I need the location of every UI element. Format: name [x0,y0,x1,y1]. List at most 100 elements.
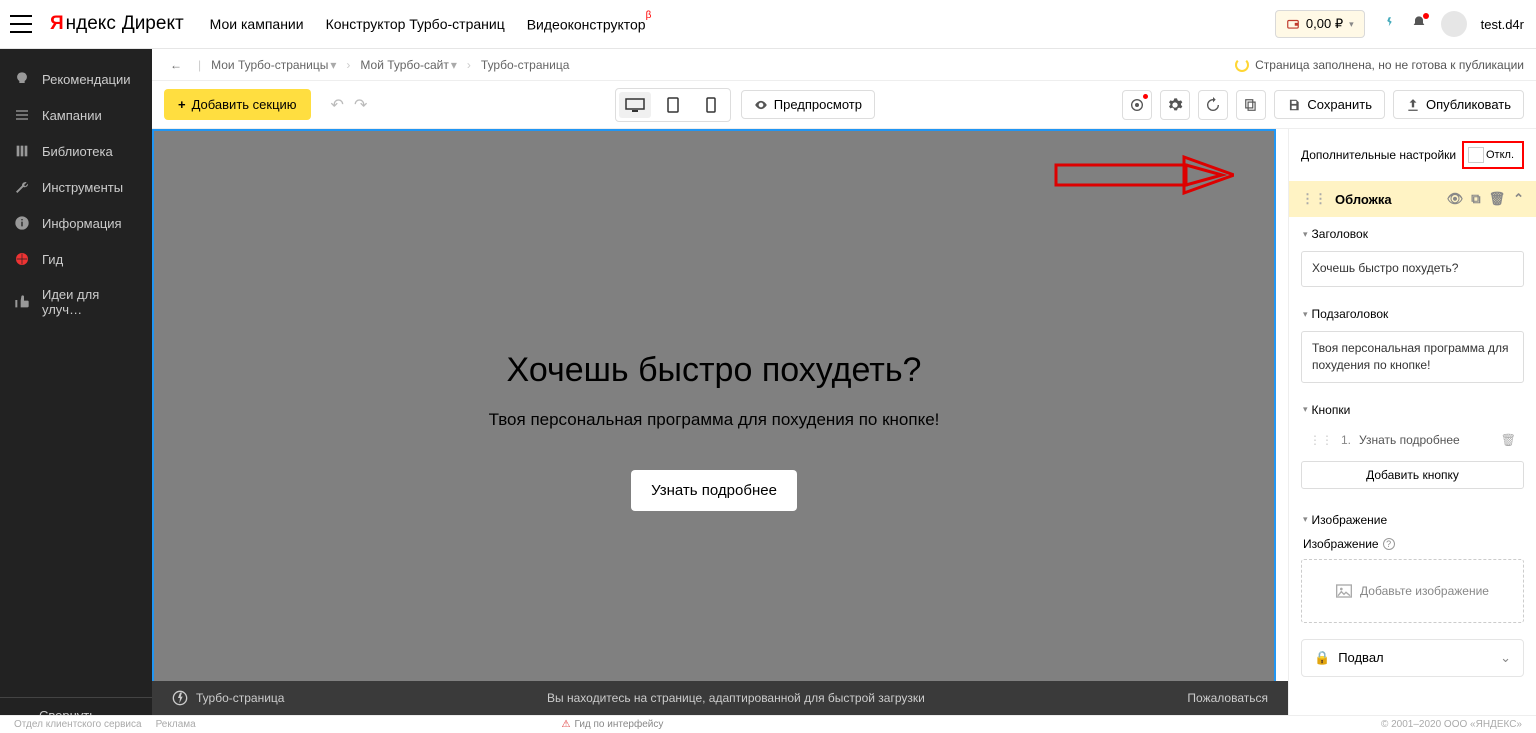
sidebar-item-info[interactable]: Информация [0,205,152,241]
image-dropzone[interactable]: Добавьте изображение [1301,559,1524,623]
tablet-icon [667,97,679,113]
cover-cta-button[interactable]: Узнать подробнее [631,470,797,511]
back-button[interactable]: ← [164,53,188,77]
publish-button[interactable]: Опубликовать [1393,90,1524,119]
sidebar-item-library[interactable]: Библиотека [0,133,152,169]
section-copy-icon[interactable]: ⧉ [1471,191,1480,207]
device-selector [615,88,731,122]
add-button-button[interactable]: Добавить кнопку [1301,461,1524,489]
save-button[interactable]: Сохранить [1274,90,1385,119]
sidebar-item-tools[interactable]: Инструменты [0,169,152,205]
sidebar-item-guide[interactable]: Гид [0,241,152,277]
footer-guide-link[interactable]: ⚠ Гид по интерфейсу [562,719,664,730]
status-spinner-icon [1235,58,1249,72]
device-desktop-button[interactable] [619,92,651,118]
heading-input[interactable]: Хочешь быстро похудеть? [1301,251,1524,287]
settings-label: Дополнительные настройки [1301,148,1456,162]
right-panel: Дополнительные настройки Откл. ⋮⋮ Обложк… [1288,129,1536,733]
footer-strip: Отдел клиентского сервиса Реклама ⚠ Гид … [0,715,1536,733]
target-button[interactable] [1122,90,1152,120]
plus-icon: + [178,97,186,112]
chevron-down-icon: ▾ [1349,19,1354,30]
notifications-icon[interactable] [1411,15,1427,34]
settings-button[interactable] [1160,90,1190,120]
username[interactable]: test.d4r [1481,17,1524,32]
sidebar: Рекомендации Кампании Библиотека Инструм… [0,49,152,733]
subheading-input[interactable]: Твоя персональная программа для похудени… [1301,331,1524,383]
gear-icon [1167,97,1183,113]
section-hide-icon[interactable]: 👁 [1447,191,1464,207]
logo-y: Я [50,13,64,35]
wrench-icon [14,179,30,195]
device-tablet-button[interactable] [657,92,689,118]
footer-link-ads[interactable]: Реклама [156,719,196,730]
cover-title: Хочешь быстро похудеть? [507,351,922,390]
logo[interactable]: Яндекс Директ [50,13,184,35]
extra-settings-toggle[interactable]: Откл. [1462,141,1524,169]
copy-icon [1244,98,1258,112]
footer-copyright: © 2001–2020 ООО «ЯНДЕКС» [1381,719,1522,730]
top-header: Яндекс Директ Мои кампании Конструктор Т… [0,0,1536,49]
top-nav: Мои кампании Конструктор Турбо-страниц В… [210,16,652,33]
help-icon[interactable]: ? [1383,538,1395,550]
balance-button[interactable]: 0,00 ₽ ▾ [1275,10,1365,38]
history-icon [1205,97,1221,113]
info-icon [14,215,30,231]
target-icon [1129,97,1145,113]
complain-link[interactable]: Пожаловаться [1187,691,1268,705]
redo-button[interactable]: ↷ [354,95,367,115]
subheading-subsection[interactable]: Подзаголовок [1289,297,1536,331]
lock-icon: 🔒 [1314,650,1330,666]
section-collapse-icon[interactable]: ⌃ [1513,191,1524,207]
list-icon [14,107,30,123]
drag-handle-icon[interactable]: ⋮⋮ [1301,191,1327,207]
footer-section-item[interactable]: 🔒 Подвал ⌄ [1301,639,1524,677]
editor-toolbar: + Добавить секцию ↶ ↷ Предпросмотр [152,81,1536,129]
nav-turbo-constructor[interactable]: Конструктор Турбо-страниц [326,16,505,33]
button-item-1[interactable]: ⋮⋮ 1. Узнать подробнее 🗑 [1301,427,1524,453]
canvas-area: Хочешь быстро похудеть? Твоя персональна… [152,129,1288,733]
page-status-text: Страница заполнена, но не готова к публи… [1255,58,1524,72]
heading-subsection[interactable]: Заголовок [1289,217,1536,251]
section-delete-icon[interactable]: 🗑 [1489,191,1506,207]
mobile-icon [706,97,716,113]
sidebar-item-recommendations[interactable]: Рекомендации [0,61,152,97]
avatar[interactable] [1441,11,1467,37]
alert-icon: ⚠ [562,719,571,730]
crumb-3[interactable]: Турбо-страница [481,58,569,72]
crumb-2[interactable]: Мой Турбо-сайт▾ [360,58,456,72]
cover-section-canvas[interactable]: Хочешь быстро похудеть? Твоя персональна… [152,129,1276,733]
image-subsection[interactable]: Изображение [1289,503,1536,537]
sidebar-item-ideas[interactable]: Идеи для улуч… [0,277,152,327]
breadcrumb-bar: ← | Мои Турбо-страницы▾ › Мой Турбо-сайт… [152,49,1536,81]
delete-button-icon[interactable]: 🗑 [1501,433,1516,447]
footer-link-service[interactable]: Отдел клиентского сервиса [14,719,142,730]
copy-button[interactable] [1236,90,1266,120]
undo-button[interactable]: ↶ [331,95,344,115]
buttons-subsection[interactable]: Кнопки [1289,393,1536,427]
runner-icon[interactable] [1379,15,1397,33]
image-field-label: Изображение [1303,537,1379,551]
turbo-info-bar: Турбо-страница Вы находитесь на странице… [152,681,1288,715]
annotation-arrow-icon [1054,153,1234,201]
menu-icon[interactable] [10,15,32,33]
nav-my-campaigns[interactable]: Мои кампании [210,16,304,33]
history-button[interactable] [1198,90,1228,120]
nav-video-constructor[interactable]: Видеоконструкторβ [527,16,652,33]
sidebar-item-campaigns[interactable]: Кампании [0,97,152,133]
device-mobile-button[interactable] [695,92,727,118]
preview-button[interactable]: Предпросмотр [741,90,875,119]
desktop-icon [625,98,645,112]
turbo-center-text: Вы находитесь на странице, адаптированно… [298,691,1173,705]
books-icon [14,143,30,159]
lightbulb-icon [14,71,30,87]
save-icon [1287,98,1301,112]
chevron-down-icon: ⌄ [1500,650,1511,666]
eye-icon [754,98,768,112]
crumb-1[interactable]: Мои Турбо-страницы▾ [211,58,336,72]
drag-handle-icon[interactable]: ⋮⋮ [1309,433,1333,447]
add-section-button[interactable]: + Добавить секцию [164,89,311,120]
publish-icon [1406,98,1420,112]
cover-section-header[interactable]: ⋮⋮ Обложка 👁 ⧉ 🗑 ⌃ [1289,181,1536,217]
chevron-right-icon: › [467,58,471,72]
